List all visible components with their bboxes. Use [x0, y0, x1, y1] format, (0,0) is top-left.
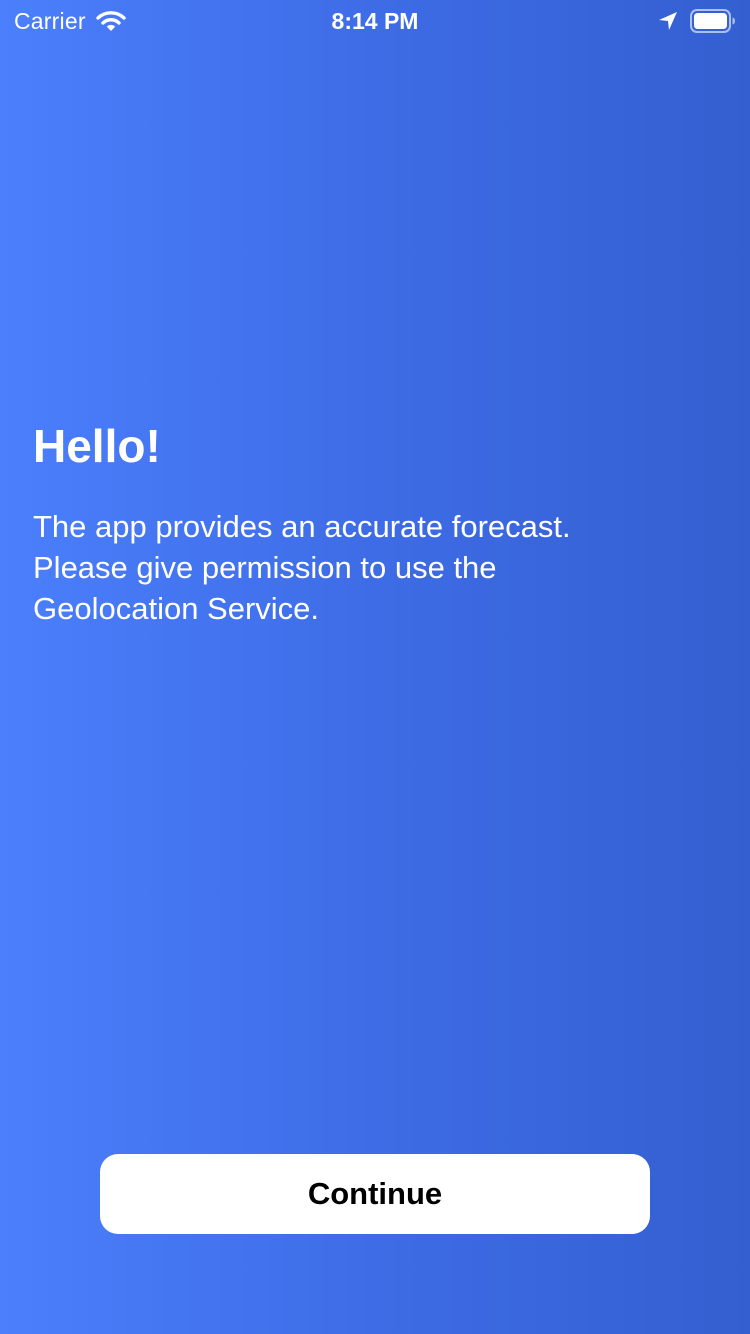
permission-message-line: Please give permission to use the — [33, 550, 497, 585]
permission-message-line: Geolocation Service. — [33, 591, 320, 626]
battery-icon — [690, 9, 735, 33]
permission-message: The app provides an accurate forecast. P… — [33, 506, 683, 629]
location-arrow-icon — [659, 12, 677, 30]
status-time: 8:14 PM — [331, 8, 419, 34]
status-right — [658, 6, 736, 36]
continue-button[interactable]: Continue — [100, 1154, 650, 1234]
permission-message-line: The app provides an accurate forecast. — [33, 509, 571, 544]
status-bar: Carrier 8:14 PM — [0, 0, 750, 40]
greeting-title: Hello! — [33, 420, 161, 472]
permission-screen: Carrier 8:14 PM Hello! The app provides … — [0, 0, 750, 1334]
